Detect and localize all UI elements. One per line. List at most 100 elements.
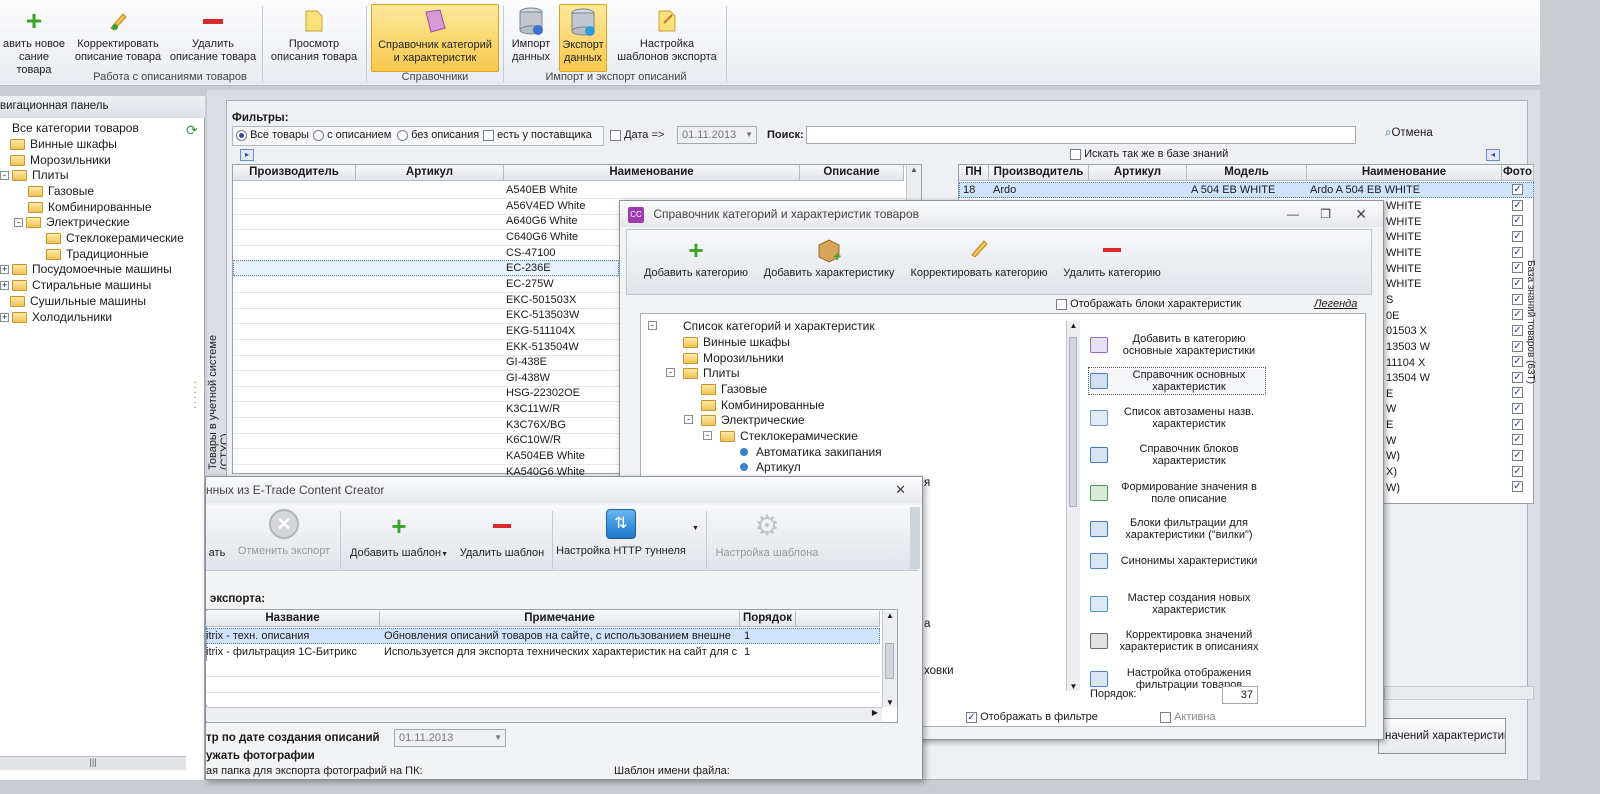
templates-hscroll[interactable]: ▶ [206, 707, 882, 721]
category-tree-item[interactable]: Электрические [701, 413, 805, 427]
col-template-name[interactable]: Название [206, 611, 380, 627]
nav-item-freezers[interactable]: Морозильники [10, 153, 111, 167]
nav-item-washers[interactable]: + Стиральные машины [0, 278, 151, 292]
show-in-filter-checkbox[interactable]: ✓ Отображать в фильтре [966, 711, 1098, 723]
collapse-icon[interactable]: - [703, 431, 712, 440]
kb-name-cell[interactable]: W) [1386, 449, 1500, 465]
collapse-icon[interactable]: - [0, 170, 9, 180]
col-kb-model[interactable]: Модель [1187, 165, 1307, 181]
category-tree-item[interactable]: Стеклокерамические [720, 429, 858, 443]
nav-item-dishwashers[interactable]: + Посудомоечные машины [0, 262, 172, 276]
col-kb-maker[interactable]: Производитель [989, 165, 1089, 181]
active-checkbox-control[interactable] [1160, 711, 1171, 723]
photo-checkbox[interactable]: ✓ [1512, 481, 1523, 493]
kb-grid-hscrollbar[interactable] [1384, 686, 1534, 700]
col-name[interactable]: Наименование [504, 165, 800, 181]
nav-item-wine[interactable]: Винные шкафы [10, 137, 117, 151]
nav-item-gas[interactable]: Газовые [28, 184, 94, 198]
category-action-7[interactable]: Синонимы характеристики [1090, 553, 1264, 569]
collapse-icon[interactable]: - [666, 368, 675, 377]
photo-checkbox[interactable]: ✓ [1512, 184, 1523, 195]
col-article[interactable]: Артикул [356, 165, 504, 181]
kb-name-cell[interactable]: WHITE [1386, 246, 1500, 262]
kb-name-cell[interactable]: WHITE [1386, 230, 1500, 246]
date-checkbox[interactable]: Дата => [610, 129, 664, 141]
search-input[interactable] [806, 126, 1356, 144]
col-kb-article[interactable]: Артикул [1089, 165, 1187, 181]
start-export-button[interactable]: ать [206, 509, 228, 559]
category-action-5[interactable]: Формирование значения в поле описание [1090, 481, 1264, 505]
characteristic-values-button[interactable]: начений характеристик [1378, 718, 1506, 754]
category-action-4[interactable]: Справочник блоков характеристик [1090, 443, 1264, 467]
product-name-cell[interactable]: A540EB White [506, 183, 798, 199]
splitter-handle[interactable]: · · · · · · [188, 378, 202, 420]
photo-checkbox[interactable]: ✓ [1512, 403, 1523, 415]
expand-icon[interactable]: + [0, 280, 9, 290]
order-input[interactable]: 37 [1222, 686, 1258, 704]
category-tree-item[interactable]: Комбинированные [701, 398, 825, 412]
show-blocks-checkbox-control[interactable] [1056, 298, 1067, 310]
template-settings-button[interactable]: ⚙ Настройка шаблона [710, 509, 824, 559]
kb-name-cell[interactable]: WHITE [1386, 277, 1500, 293]
col-maker[interactable]: Производитель [233, 165, 356, 181]
dropdown-arrow-icon[interactable]: ▼ [441, 551, 448, 558]
refresh-icon[interactable]: ⟳ [186, 122, 204, 138]
photo-checkbox[interactable]: ✓ [1512, 434, 1523, 446]
category-action-2[interactable]: Справочник основных характеристик [1088, 367, 1266, 395]
dropdown-arrow-icon[interactable]: ▼ [692, 525, 699, 532]
photo-checkbox[interactable]: ✓ [1512, 230, 1523, 242]
toolbar-scroll[interactable] [910, 507, 920, 569]
show-blocks-checkbox[interactable]: Отображать блоки характеристик [1056, 298, 1241, 310]
nav-item-glass-ceramic[interactable]: Стеклокерамические [46, 231, 184, 245]
kb-search-checkbox[interactable]: Искать так же в базе знаний [1070, 148, 1228, 160]
category-tree-item[interactable]: Морозильники [683, 351, 784, 365]
kb-name-cell[interactable]: W [1386, 434, 1500, 450]
chevron-down-icon[interactable]: ▼ [494, 730, 502, 746]
category-action-1[interactable]: Добавить в категорию основные характерист… [1090, 333, 1264, 357]
grid-settings-icon[interactable]: ▸ [240, 149, 254, 161]
nav-item-combined[interactable]: Комбинированные [28, 200, 152, 214]
edit-description-button[interactable]: Корректировать описание товара [72, 4, 164, 72]
nav-scrollbar[interactable]: ||| [0, 756, 186, 770]
delete-category-button[interactable]: Удалить категорию [1060, 237, 1164, 279]
http-tunnel-button[interactable]: ⇅ Настройка HTTP туннеля [556, 509, 686, 557]
legend-link[interactable]: Легенда [1314, 298, 1357, 310]
maximize-icon[interactable]: ❐ [1320, 201, 1331, 227]
kb-search-checkbox-control[interactable] [1070, 148, 1081, 160]
collapse-icon[interactable]: - [14, 217, 23, 227]
accounting-products-tab[interactable]: Товары в учетной системе (СТУС) [207, 300, 231, 470]
export-date-input[interactable]: 01.11.2013 ▼ [394, 729, 506, 747]
export-data-button[interactable]: Экспорт данных [559, 4, 607, 72]
import-data-button[interactable]: Импорт данных [507, 4, 555, 72]
kb-name-cell[interactable]: WHITE [1386, 199, 1500, 215]
radio-without-description[interactable]: без описания [397, 129, 479, 141]
nav-item-traditional[interactable]: Традиционные [46, 247, 149, 261]
col-kb-name[interactable]: Наименование [1307, 165, 1502, 181]
collapse-icon[interactable]: - [684, 415, 693, 424]
kb-name-cell[interactable]: E [1386, 387, 1500, 403]
kb-name-cell[interactable]: X) [1386, 465, 1500, 481]
nav-item-electric[interactable]: - Электрические [14, 215, 130, 229]
templates-vscroll[interactable]: ▲ ▼ [882, 611, 897, 707]
kb-grid-settings-icon[interactable]: ◂ [1486, 149, 1500, 161]
add-description-button[interactable]: + авить новое сание товара [0, 4, 68, 77]
knowledge-base-tab[interactable]: База знаний товаров (63Т) [1522, 260, 1536, 400]
cancel-export-button[interactable]: ✕ Отменить экспорт [234, 509, 334, 557]
nav-item-fridges[interactable]: + Холодильники [0, 310, 112, 324]
photo-checkbox[interactable]: ✓ [1512, 215, 1523, 227]
category-tree-item[interactable]: Список категорий и характеристик [683, 319, 875, 333]
expand-icon[interactable]: + [0, 264, 9, 274]
radio-all[interactable]: Все товары [236, 129, 309, 141]
expand-icon[interactable]: + [0, 312, 9, 322]
supplier-checkbox-control[interactable] [483, 129, 494, 141]
col-kb-photo[interactable]: Фото [1502, 165, 1534, 181]
category-action-9[interactable]: Корректировка значений характеристик в оп… [1090, 629, 1264, 653]
active-checkbox[interactable]: Активна [1160, 711, 1216, 723]
collapse-icon[interactable]: - [648, 321, 657, 330]
delete-template-button[interactable]: Удалить шаблон [458, 509, 546, 559]
cancel-search-button[interactable]: ⌕Отмена [1385, 127, 1433, 140]
add-template-button[interactable]: + Добавить шаблон▼ [346, 509, 452, 559]
col-description[interactable]: Описание [800, 165, 904, 181]
category-tree-item[interactable]: Артикул [740, 460, 801, 474]
date-checkbox-control[interactable] [610, 129, 621, 141]
